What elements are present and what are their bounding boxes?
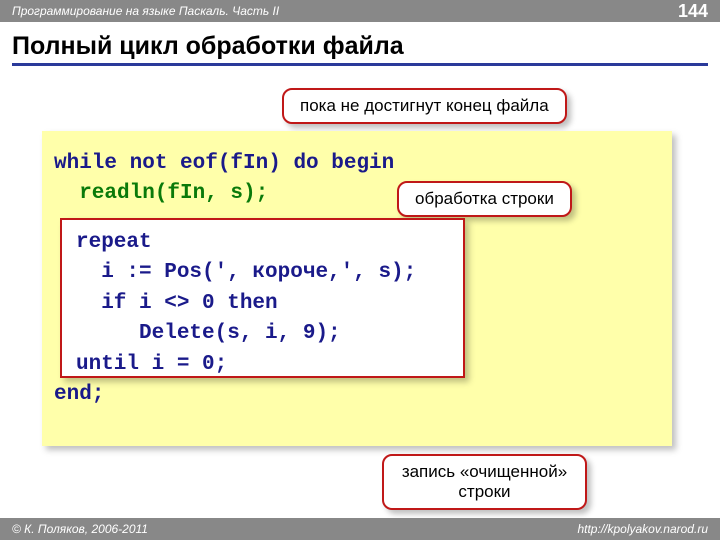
footer-url: http://kpolyakov.narod.ru	[577, 522, 708, 536]
inner-delete: Delete(s, i, 9);	[76, 319, 449, 349]
inner-repeat: repeat	[76, 228, 449, 258]
inner-code-block: repeat i := Pos(', короче,', s); if i <>…	[60, 218, 465, 378]
inner-pos: i := Pos(', короче,', s);	[76, 258, 449, 288]
callout-eof: пока не достигнут конец файла	[282, 88, 567, 124]
header-bar: Программирование на языке Паскаль. Часть…	[0, 0, 720, 22]
inner-until: until i = 0;	[76, 350, 449, 380]
page-title: Полный цикл обработки файла	[12, 32, 708, 61]
code-line-end: end;	[54, 380, 660, 410]
title-rule	[12, 63, 708, 66]
inner-if: if i <> 0 then	[76, 289, 449, 319]
code-line-while: while not eof(fIn) do begin	[54, 149, 660, 179]
callout-process: обработка строки	[397, 181, 572, 217]
breadcrumb: Программирование на языке Паскаль. Часть…	[12, 4, 279, 18]
footer-bar: © К. Поляков, 2006-2011 http://kpolyakov…	[0, 518, 720, 540]
page-number: 144	[678, 1, 708, 22]
footer-copyright: © К. Поляков, 2006-2011	[12, 522, 148, 536]
callout-write: запись «очищенной» строки	[382, 454, 587, 510]
content-area: пока не достигнут конец файла while not …	[12, 76, 708, 506]
